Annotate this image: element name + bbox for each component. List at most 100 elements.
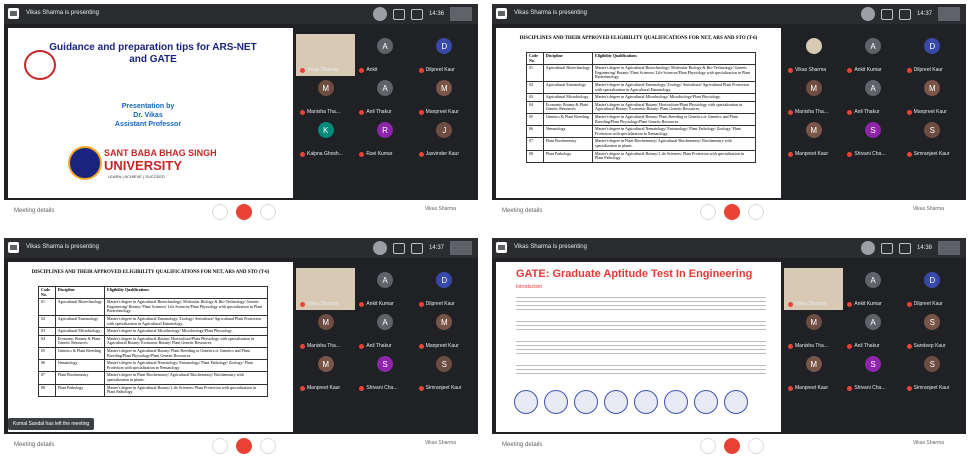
table-cell: Master's degree in Agricultural Biotechn… (592, 64, 756, 82)
participant-tile[interactable]: Vikas Sharma (784, 268, 844, 310)
participant-avatar: M (317, 356, 334, 372)
chat-icon[interactable] (410, 8, 423, 20)
participant-tile[interactable]: M Manpreet Kaur (784, 118, 843, 160)
presenter-chip[interactable]: Vikas Sharma (425, 206, 456, 212)
meeting-details-button[interactable]: Meeting details (502, 208, 542, 214)
participant-tile[interactable]: M Manisha Tha... (784, 310, 843, 352)
presenter-chip[interactable]: Vikas Sharma (425, 440, 456, 446)
mic-button[interactable] (212, 204, 228, 220)
camera-button[interactable] (748, 204, 764, 220)
table-cell: Plant Pathology (542, 149, 594, 163)
paragraph-block (516, 362, 766, 376)
participant-tile[interactable]: J Jasvinder Kaur (415, 118, 474, 160)
participant-tile[interactable]: A Anil Thakur (843, 76, 902, 118)
participant-tile[interactable]: Vikas Sharma (296, 268, 356, 310)
self-view-thumbnail[interactable] (938, 241, 960, 255)
participant-tile[interactable]: K Kalpna Ghosh... (296, 118, 355, 160)
table-cell: Agricultural Biotechnology (542, 64, 594, 82)
table-cell: Master's degree in Agricultural Botany/ … (104, 334, 268, 348)
mic-button[interactable] (700, 438, 716, 454)
participants-icon[interactable] (880, 242, 893, 254)
iit-logo-icon (574, 390, 598, 414)
mic-muted-icon (359, 109, 365, 115)
table-row: 05 Genetics & Plant Breeding Master's degr… (38, 346, 268, 361)
participant-tile[interactable]: M Manisha Tha... (784, 76, 843, 118)
participant-tile[interactable]: M Manisha Tha... (296, 310, 355, 352)
participant-tile[interactable]: D Dilpreet Kaur (903, 34, 962, 76)
participants-icon[interactable] (880, 8, 893, 20)
chat-icon[interactable] (898, 8, 911, 20)
participant-tile[interactable]: D Dilpreet Kaur (415, 268, 474, 310)
university-tagline: LEARN | ACHIEVE | SUCCEED (108, 174, 165, 179)
chat-icon[interactable] (898, 242, 911, 254)
chat-icon[interactable] (410, 242, 423, 254)
participant-tile[interactable]: Vikas Sharma (784, 34, 843, 76)
presenter-chip[interactable]: Vikas Sharma (913, 440, 944, 446)
participant-tile[interactable]: S Simranjeet Kaur (903, 118, 962, 160)
participant-tile[interactable]: M Manpreet Kaur (415, 310, 474, 352)
table-cell: 07 (526, 137, 544, 151)
participant-name-text: Manisha Tha... (307, 109, 340, 115)
participant-tile[interactable]: M Manpreet Kaur (903, 76, 962, 118)
mic-muted-icon (300, 109, 305, 115)
participant-tile[interactable]: A Ankit Kumar (355, 268, 414, 310)
participant-tile[interactable]: Vikas Sharma (296, 34, 356, 76)
self-view-thumbnail[interactable] (938, 7, 960, 21)
table-row: 08 Plant Pathology Master's degree in Agri… (38, 383, 268, 397)
participant-avatar: M (317, 314, 334, 330)
self-view-thumbnail[interactable] (450, 7, 472, 21)
presenter-chip[interactable]: Vikas Sharma (913, 206, 944, 212)
participants-icon[interactable] (392, 8, 405, 20)
mic-button[interactable] (700, 204, 716, 220)
participant-tile[interactable]: A Ankit Kumar (843, 268, 902, 310)
participant-name: Manpreet Kaur (788, 151, 828, 157)
end-call-button[interactable] (724, 438, 740, 454)
participant-name-text: Manisha Tha... (795, 343, 828, 349)
participant-tile[interactable]: S Shivani Cha... (843, 352, 902, 394)
self-view-thumbnail[interactable] (450, 241, 472, 255)
participant-tile[interactable]: A Anil Thakur (355, 76, 414, 118)
participant-name-text: Ankit Kumar (366, 301, 394, 307)
mic-muted-icon (418, 385, 424, 391)
mic-button[interactable] (212, 438, 228, 454)
participant-tile[interactable]: S Sandeep Kaur (903, 310, 962, 352)
participant-tile[interactable]: S Simranjeet Kaur (415, 352, 474, 394)
participant-tile[interactable]: R Ravi Kumar (355, 118, 414, 160)
presentation-slide: DISCIPLINES AND THEIR APPROVED ELIGIBILI… (8, 262, 293, 432)
camera-button[interactable] (748, 438, 764, 454)
participant-tile[interactable]: A Anil Thakur (355, 310, 414, 352)
participant-name-text: Simranjeet Kaur (425, 385, 462, 391)
participant-tile[interactable]: M Manpreet Kaur (415, 76, 474, 118)
participant-tile[interactable]: M Manpreet Kaur (296, 352, 355, 394)
mic-muted-icon (847, 301, 853, 307)
meeting-details-button[interactable]: Meeting details (14, 442, 54, 448)
meeting-details-button[interactable]: Meeting details (14, 208, 54, 214)
meeting-details-button[interactable]: Meeting details (502, 442, 542, 448)
participant-tile[interactable]: A Anil Thakur (843, 310, 902, 352)
end-call-button[interactable] (724, 204, 740, 220)
end-call-button[interactable] (236, 204, 252, 220)
camera-button[interactable] (260, 204, 276, 220)
participant-tile[interactable]: M Manisha Tha... (296, 76, 355, 118)
participant-tile[interactable]: S Shivani Cha... (355, 352, 414, 394)
participant-tile[interactable]: A Ankit (355, 34, 414, 76)
table-cell: Genetics & Plant Breeding (542, 112, 594, 127)
participant-tile[interactable]: S Shivani Cha... (843, 118, 902, 160)
participant-tile[interactable]: A Ankit Kumar (843, 34, 902, 76)
participant-name-text: Dilpreet Kaur (913, 67, 943, 73)
mic-muted-icon (847, 109, 853, 115)
participant-name: Sandeep Kaur (906, 343, 946, 349)
left-meeting-toast: Komal Sandal has left the meeting (8, 418, 95, 430)
participant-tile[interactable]: S Simranjeet Kaur (903, 352, 962, 394)
participant-tile[interactable]: D Dilpreet Kaur (903, 268, 962, 310)
table-cell: Nematology (54, 359, 106, 373)
table-cell: Master's degree in Agricultural Biotechn… (104, 298, 268, 316)
university-seal-icon (68, 146, 102, 180)
end-call-button[interactable] (236, 438, 252, 454)
participants-icon[interactable] (392, 242, 405, 254)
table-cell: 01 (526, 64, 544, 82)
presenting-bar: Vikas Sharma is presenting 14:37 (492, 4, 966, 24)
participant-tile[interactable]: M Manpreet Kaur (784, 352, 843, 394)
camera-button[interactable] (260, 438, 276, 454)
participant-tile[interactable]: D Dilpreet Kaur (415, 34, 474, 76)
